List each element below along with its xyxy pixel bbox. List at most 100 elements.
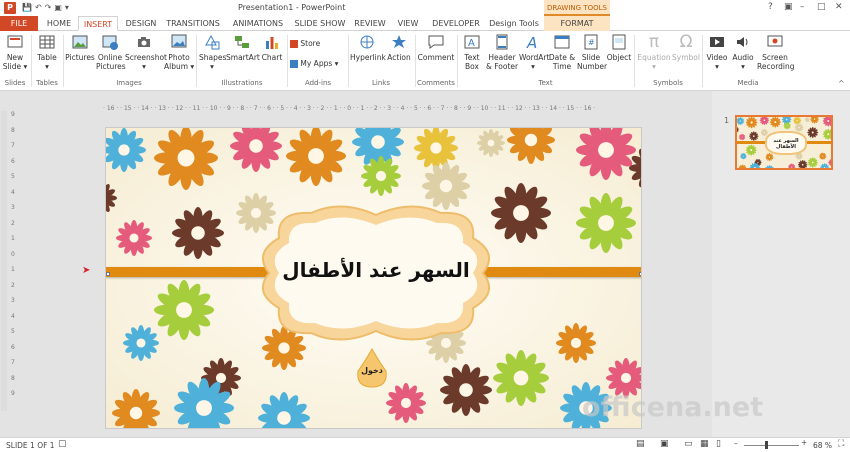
flower-decoration bbox=[112, 388, 160, 428]
flower-decoration bbox=[258, 392, 310, 428]
action-button[interactable]: Action bbox=[385, 33, 413, 62]
tab-animations[interactable]: ANIMATIONS bbox=[228, 16, 288, 31]
group-label-add-ins: Add-ins bbox=[304, 79, 332, 87]
header-footer-button[interactable]: Header & Footer bbox=[486, 33, 518, 71]
video-icon bbox=[710, 37, 724, 47]
normal-view-button[interactable]: ▭ bbox=[684, 439, 693, 449]
zoom-out-button[interactable]: – bbox=[734, 439, 738, 448]
ruler-tick-label: 6 bbox=[11, 157, 15, 165]
chart-icon bbox=[266, 37, 278, 49]
quick-access-toolbar[interactable]: 💾↶↷▣▾ bbox=[22, 3, 72, 12]
flower-decoration bbox=[576, 193, 636, 253]
slide-number-button[interactable]: # Slide Number bbox=[577, 33, 607, 71]
smartart-button[interactable]: SmartArt bbox=[226, 33, 260, 62]
thumbnail-flower bbox=[749, 131, 759, 141]
selection-handle[interactable] bbox=[639, 272, 641, 276]
tab-format[interactable]: FORMAT bbox=[544, 16, 610, 31]
store-icon bbox=[290, 40, 298, 48]
omega-icon: Ω bbox=[679, 32, 693, 52]
ruler-tick-label: 2 bbox=[11, 281, 15, 289]
tab-view[interactable]: VIEW bbox=[394, 16, 422, 31]
store-button[interactable]: Store bbox=[290, 39, 330, 48]
ruler-tick-label: 7 bbox=[11, 359, 15, 366]
tab-file[interactable]: FILE bbox=[0, 16, 38, 31]
tab-design[interactable]: DESIGN bbox=[122, 16, 160, 31]
tab-transitions[interactable]: TRANSITIONS bbox=[163, 16, 223, 31]
date-time-button[interactable]: Date & Time bbox=[548, 33, 576, 71]
minimize-icon[interactable]: – bbox=[800, 2, 805, 12]
flower-decoration bbox=[172, 206, 224, 260]
screenshot-icon bbox=[138, 37, 150, 47]
slide-sorter-button[interactable]: ▦ bbox=[700, 439, 709, 449]
ruler-tick-label: 7 bbox=[11, 142, 15, 149]
fit-to-window-icon[interactable]: ⛶ bbox=[838, 439, 844, 449]
ribbon-insert: New Slide ▾ Slides Table ▾ Tables Pictur… bbox=[0, 31, 850, 91]
text-box-button[interactable]: A Text Box bbox=[459, 33, 485, 71]
wordart-button[interactable]: A WordArt ▾ bbox=[519, 33, 549, 71]
video-button[interactable]: Video ▾ bbox=[704, 33, 730, 71]
reading-view-button[interactable]: ▯ bbox=[716, 439, 721, 449]
thumbnail-flower bbox=[769, 117, 781, 128]
photo-album-button[interactable]: Photo Album ▾ bbox=[164, 33, 194, 71]
table-button[interactable]: Table ▾ bbox=[34, 33, 60, 71]
ruler-tick-label: 2 bbox=[11, 219, 15, 227]
screen-recording-button[interactable]: Screen Recording bbox=[757, 33, 795, 71]
slide-title[interactable]: السهر عند الأطفال bbox=[266, 258, 486, 282]
my-apps-icon bbox=[290, 60, 298, 68]
group-label-text: Text bbox=[538, 79, 553, 87]
smartart-icon bbox=[235, 36, 249, 48]
object-button[interactable]: Object bbox=[606, 33, 632, 62]
flower-decoration bbox=[286, 128, 346, 186]
hyperlink-icon bbox=[360, 35, 374, 49]
comment-button[interactable]: Comment bbox=[417, 33, 455, 62]
zoom-slider-thumb[interactable] bbox=[765, 441, 768, 449]
ruler-tick-label: 5 bbox=[11, 328, 15, 335]
spelling-icon[interactable]: ▢ bbox=[58, 439, 67, 449]
equation-button[interactable]: π Equation ▾ bbox=[636, 33, 672, 71]
selection-handle[interactable] bbox=[106, 272, 110, 276]
thumbnail-flower bbox=[822, 117, 831, 127]
enter-button[interactable]: دخول bbox=[354, 366, 390, 375]
speaker-icon bbox=[737, 37, 748, 47]
ruler-tick-label: 1 bbox=[11, 266, 15, 273]
flower-decoration bbox=[230, 128, 282, 173]
comment-icon bbox=[428, 35, 444, 49]
tab-review[interactable]: REVIEW bbox=[352, 16, 388, 31]
pictures-button[interactable]: Pictures bbox=[65, 33, 95, 62]
maximize-icon[interactable]: □ bbox=[817, 2, 826, 12]
hyperlink-button[interactable]: Hyperlink bbox=[350, 33, 386, 62]
help-icon[interactable]: ? bbox=[768, 2, 773, 12]
horizontal-ruler[interactable]: · 16 · · 15 · · 14 · · 13 · · 12 · · 11 … bbox=[103, 105, 643, 113]
notes-icon[interactable]: ▤ bbox=[636, 439, 645, 449]
shapes-button[interactable]: Shapes ▾ bbox=[199, 33, 226, 71]
thumbnail-slide-number: 1 bbox=[724, 116, 730, 125]
new-slide-button[interactable]: New Slide ▾ bbox=[2, 33, 28, 71]
vertical-scrollbar[interactable] bbox=[1, 111, 7, 411]
tab-slide-show[interactable]: SLIDE SHOW bbox=[293, 16, 347, 31]
collapse-ribbon-icon[interactable]: ^ bbox=[838, 79, 845, 88]
thumbnail-flower bbox=[819, 152, 827, 160]
symbol-button[interactable]: Ω Symbol bbox=[672, 33, 700, 62]
thumbnail-flower bbox=[759, 117, 770, 126]
slide-canvas[interactable]: السهر عند الأطفال دخول bbox=[105, 127, 642, 429]
zoom-level[interactable]: 68 % bbox=[813, 441, 832, 450]
screenshot-button[interactable]: Screenshot ▾ bbox=[125, 33, 167, 71]
svg-text:A: A bbox=[526, 34, 537, 51]
close-icon[interactable]: ✕ bbox=[835, 2, 843, 12]
online-pictures-button[interactable]: Online Pictures bbox=[96, 33, 126, 71]
vertical-ruler[interactable]: 9 8 7 6 5 4 3 2 1 0 1 2 3 4 5 6 7 8 9 bbox=[11, 111, 19, 411]
flower-decoration bbox=[576, 128, 636, 180]
chart-button[interactable]: Chart bbox=[259, 33, 285, 62]
audio-button[interactable]: Audio ▾ bbox=[730, 33, 756, 71]
ruler-tick-label: 9 bbox=[11, 111, 15, 118]
tab-developer[interactable]: DEVELOPER bbox=[428, 16, 484, 31]
tab-insert[interactable]: INSERT bbox=[78, 16, 118, 31]
slide-thumbnail-1[interactable]: السهر عند الأطفال bbox=[735, 115, 833, 170]
my-apps-button[interactable]: My Apps ▾ bbox=[290, 59, 346, 68]
zoom-in-button[interactable]: + bbox=[801, 438, 807, 447]
tab-home[interactable]: HOME bbox=[42, 16, 76, 31]
tab-design-tools[interactable]: Design Tools bbox=[488, 16, 540, 31]
ribbon-display-options-icon[interactable]: ▣ bbox=[784, 2, 793, 12]
comments-icon[interactable]: ▣ bbox=[660, 439, 669, 449]
zoom-slider[interactable] bbox=[744, 445, 799, 446]
